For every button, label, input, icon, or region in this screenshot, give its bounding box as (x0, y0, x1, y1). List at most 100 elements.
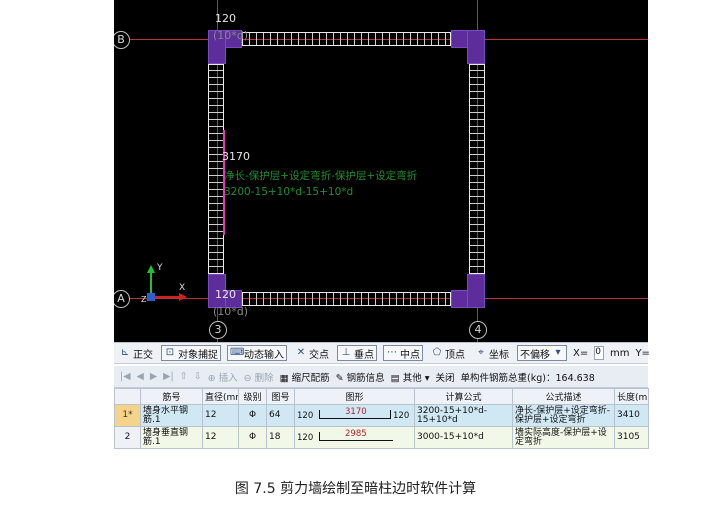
column-bottom-right-leg[interactable] (467, 274, 485, 308)
vertex-label: 顶点 (445, 349, 465, 361)
nav-next-icon[interactable]: ▶ (150, 371, 157, 382)
rebar-shape-u: 120 3170 120 (297, 406, 412, 424)
move-down-icon[interactable]: ⇩ (194, 371, 202, 382)
axis-bubble-4: 4 (469, 321, 487, 339)
cell-fig-no[interactable]: 18 (266, 426, 295, 449)
axis-bubble-3: 3 (209, 321, 227, 339)
col-header-grade[interactable]: 级别 (238, 388, 267, 405)
other-menu-button[interactable]: ▤ 其他 ▾ (391, 370, 430, 384)
wall-top[interactable] (242, 32, 451, 46)
cell-diameter[interactable]: 12 (202, 404, 239, 427)
table-row[interactable]: 2 墙身垂直钢筋.1 12 Φ 18 120 2985 3000-15+10*d… (114, 426, 649, 449)
table-row[interactable]: 1* 墙身水平钢筋.1 12 Φ 64 120 3170 120 3200-15… (114, 404, 649, 427)
col-header-length[interactable]: 长度(mm) (614, 388, 649, 405)
ortho-toggle[interactable]: ⊾ 正交 (117, 346, 155, 361)
col-header-diameter[interactable]: 直径(mm) (202, 388, 239, 405)
ucs-icon: Y X Z (141, 263, 191, 305)
row-index[interactable]: 2 (114, 426, 141, 449)
cell-shape[interactable]: 120 3170 120 (294, 404, 415, 427)
delete-button[interactable]: ⊖ 删除 (244, 370, 274, 384)
rebar-shape-l: 120 2985 (297, 429, 412, 446)
vertex-snap[interactable]: ⬠ 顶点 (429, 346, 467, 361)
insert-button[interactable]: ⊕ 插入 (208, 370, 238, 384)
rebar-info-label: 钢筋信息 (346, 372, 385, 384)
formula-description-note: 净长-保护层+设定弯折-保护层+设定弯折 (224, 170, 418, 182)
other-label: 其他 (402, 372, 422, 384)
nav-last-icon[interactable]: ▶| (163, 371, 174, 382)
column-top-right-leg[interactable] (467, 30, 485, 64)
ucs-x: X (179, 283, 186, 293)
x-input[interactable]: 0 (594, 346, 604, 360)
col-header-description[interactable]: 公式描述 (512, 388, 615, 405)
scale-rebar-button[interactable]: ▦ 缩尺配筋 (280, 370, 330, 384)
cell-grade[interactable]: Φ (238, 426, 267, 449)
perpendicular-icon: ⊥ (341, 347, 351, 358)
row-index[interactable]: 1* (114, 404, 141, 427)
object-snap-label: 对象捕捉 (178, 349, 218, 361)
offset-mode-select[interactable]: 不偏移 ▾ (517, 345, 567, 361)
wall-right[interactable] (469, 64, 485, 274)
cell-formula[interactable]: 3000-15+10*d (414, 426, 513, 449)
shape-left-len: 120 (297, 432, 314, 443)
rebar-info-button[interactable]: ✎ 钢筋信息 (336, 370, 385, 384)
intersection-snap[interactable]: ✕ 交点 (293, 346, 331, 361)
cell-diameter[interactable]: 12 (202, 426, 239, 449)
dynamic-input-icon: ⌨ (230, 347, 245, 358)
scale-rebar-label: 缩尺配筋 (291, 372, 330, 384)
scale-rebar-icon: ▦ (279, 372, 289, 384)
cad-canvas[interactable]: B A 3 4 120 (10*d) 120 (10*d) 3170 净长-保护… (114, 0, 648, 342)
close-button[interactable]: 关闭 (436, 370, 455, 384)
axis-bubble-a: A (114, 290, 130, 308)
wall-left[interactable] (208, 64, 224, 274)
cell-shape[interactable]: 120 2985 (294, 426, 415, 449)
col-header-name[interactable]: 筋号 (140, 388, 203, 405)
coordinate-label: 坐标 (489, 349, 509, 361)
shape-right-len: 120 (393, 410, 410, 421)
wall-bottom[interactable] (242, 292, 451, 306)
nav-prev-icon[interactable]: ◀ (137, 371, 144, 382)
ortho-label: 正交 (133, 349, 153, 361)
cell-grade[interactable]: Φ (238, 404, 267, 427)
midpoint-icon: ⋯ (387, 347, 397, 358)
cell-length[interactable]: 3410 (614, 404, 649, 427)
dynamic-input-toggle[interactable]: ⌨ 动态输入 (227, 345, 287, 361)
rebar-info-icon: ✎ (335, 372, 344, 384)
cell-formula[interactable]: 3200-15+10*d-15+10*d (414, 404, 513, 427)
vertex-icon: ⬠ (432, 347, 442, 358)
nav-first-icon[interactable]: |◀ (120, 371, 131, 382)
unit-label: mm (609, 347, 630, 359)
shape-left-len: 120 (297, 410, 314, 421)
intersection-label: 交点 (309, 349, 329, 361)
cell-length[interactable]: 3105 (614, 426, 649, 449)
y-label: Y= (635, 347, 650, 359)
ucs-y: Y (157, 263, 163, 273)
col-header-shape[interactable]: 图形 (294, 388, 415, 405)
dim-bottom: 120 (215, 288, 236, 301)
chevron-down-icon: ▾ (555, 347, 561, 358)
dim-bottom-sub: (10*d) (213, 305, 249, 318)
col-header-fig-no[interactable]: 图号 (266, 388, 295, 405)
dim-top-sub: (10*d) (213, 29, 249, 42)
move-up-icon[interactable]: ⇧ (180, 371, 188, 382)
snap-icon: ⊡ (165, 347, 175, 358)
shape-value: 3170 (345, 406, 367, 417)
cell-name[interactable]: 墙身垂直钢筋.1 (140, 426, 203, 449)
col-header-formula[interactable]: 计算公式 (414, 388, 513, 405)
other-icon: ▤ (390, 372, 400, 384)
coordinate-snap[interactable]: ⌖ 坐标 (473, 346, 511, 361)
cell-description[interactable]: 净长-保护层+设定弯折-保护层+设定弯折 (512, 404, 615, 427)
dim-left: 3170 (222, 150, 250, 163)
perpendicular-snap[interactable]: ⊥ 垂点 (337, 345, 377, 361)
midpoint-snap[interactable]: ⋯ 中点 (383, 345, 423, 361)
col-header-index (114, 388, 141, 405)
object-snap-toggle[interactable]: ⊡ 对象捕捉 (161, 345, 221, 361)
other-chevron-icon: ▾ (424, 372, 430, 384)
delete-label: 删除 (254, 372, 274, 384)
midpoint-label: 中点 (400, 349, 420, 361)
dim-top: 120 (215, 12, 236, 25)
cell-description[interactable]: 墙实际高度-保护层+设定弯折 (512, 426, 615, 449)
insert-icon: ⊕ (207, 372, 216, 384)
axis-bubble-b: B (114, 31, 130, 49)
cell-fig-no[interactable]: 64 (266, 404, 295, 427)
cell-name[interactable]: 墙身水平钢筋.1 (140, 404, 203, 427)
